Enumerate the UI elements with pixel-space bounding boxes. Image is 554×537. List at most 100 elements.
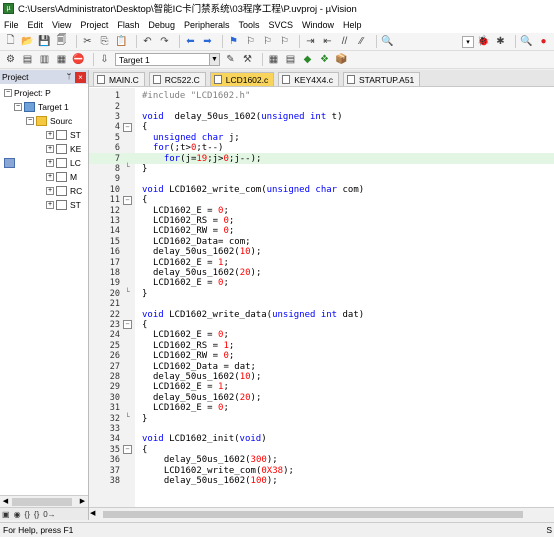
find-dropdown[interactable]: ▾: [462, 35, 474, 48]
zoom-icon[interactable]: 🔍: [520, 35, 533, 48]
code-line[interactable]: 33: [89, 424, 554, 434]
fold-collapse-icon[interactable]: −: [123, 320, 132, 330]
code-line[interactable]: 24 LCD1602_E = 0;: [89, 330, 554, 340]
manage-project-icon[interactable]: ⚒: [241, 53, 254, 66]
expand-icon[interactable]: +: [46, 173, 54, 181]
code-line[interactable]: 31 LCD1602_E = 0;: [89, 403, 554, 413]
code-line[interactable]: 17 LCD1602_E = 1;: [89, 257, 554, 268]
code-line[interactable]: 20 └}: [89, 289, 554, 299]
code-line[interactable]: 32 └}: [89, 413, 554, 424]
redo-icon[interactable]: ↷: [158, 35, 171, 48]
fold-collapse-icon[interactable]: −: [123, 122, 132, 132]
code-line[interactable]: 28 delay_50us_1602(10);: [89, 372, 554, 382]
open-folder-icon[interactable]: 📂: [21, 35, 34, 48]
expand-icon[interactable]: +: [46, 187, 54, 195]
tab-file[interactable]: STARTUP.A51: [343, 72, 421, 86]
code-line[interactable]: 10 void LCD1602_write_com(unsigned char c…: [89, 185, 554, 195]
scroll-thumb[interactable]: [103, 511, 523, 518]
tab-file[interactable]: KEY4X4.c: [278, 72, 339, 86]
code-line[interactable]: 2: [89, 101, 554, 112]
tree-item-file[interactable]: + ST: [46, 200, 81, 210]
code-line[interactable]: 23−{: [89, 320, 554, 330]
tab-project-icon[interactable]: ▣: [2, 510, 10, 519]
menu-item-svcs[interactable]: SVCS: [269, 20, 294, 30]
code-line[interactable]: 13 LCD1602_RS = 0;: [89, 216, 554, 226]
manage-run-time-icon[interactable]: 📦: [335, 53, 348, 66]
tab-templates[interactable]: {}: [34, 510, 39, 519]
editor-hscrollbar[interactable]: ◀: [89, 507, 554, 520]
code-line[interactable]: 38 delay_50us_1602(100);: [89, 476, 554, 486]
menu-item-edit[interactable]: Edit: [28, 20, 44, 30]
collapse-icon[interactable]: −: [4, 89, 12, 97]
new-file-icon[interactable]: 🗋: [4, 35, 17, 48]
comment-icon[interactable]: //: [338, 35, 351, 48]
find-in-files-icon[interactable]: 🔍: [381, 35, 394, 48]
fold-collapse-icon[interactable]: −: [123, 445, 132, 455]
tree-item-source-group[interactable]: − Sourc: [26, 116, 72, 126]
pin-icon[interactable]: ᛘ: [63, 72, 75, 83]
tab-regs[interactable]: 0→: [43, 510, 55, 519]
bookmark-icon[interactable]: ⚑: [227, 35, 240, 48]
tree-item-file[interactable]: + ST: [46, 130, 81, 140]
unindent-icon[interactable]: ⇤: [321, 35, 334, 48]
tab-books-icon[interactable]: ◉: [14, 510, 21, 519]
code-line[interactable]: 25 LCD1602_RS = 1;: [89, 341, 554, 351]
expand-icon[interactable]: +: [46, 159, 54, 167]
target-options-icon[interactable]: ✎: [224, 53, 237, 66]
code-line[interactable]: 12 LCD1602_E = 0;: [89, 205, 554, 216]
menu-item-peripherals[interactable]: Peripherals: [184, 20, 230, 30]
nav-back-icon[interactable]: ⬅: [184, 35, 197, 48]
menu-item-project[interactable]: Project: [80, 20, 108, 30]
code-line[interactable]: 3 void delay_50us_1602(unsigned int t): [89, 112, 554, 122]
debug-session-icon[interactable]: 🐞: [477, 35, 490, 48]
code-line[interactable]: 6 for(;t>0;t--): [89, 143, 554, 153]
tree-item-target[interactable]: − Target 1: [14, 102, 69, 112]
code-line[interactable]: 22 void LCD1602_write_data(unsigned int d…: [89, 309, 554, 320]
code-line[interactable]: 8 └}: [89, 164, 554, 174]
menu-item-window[interactable]: Window: [302, 20, 334, 30]
save-icon[interactable]: 💾: [38, 35, 51, 48]
nav-forward-icon[interactable]: ➡: [201, 35, 214, 48]
multi-project-icon[interactable]: ▤: [284, 53, 297, 66]
indent-icon[interactable]: ⇥: [304, 35, 317, 48]
fold-collapse-icon[interactable]: −: [123, 195, 132, 205]
tab-functions[interactable]: {}: [25, 510, 30, 519]
code-line[interactable]: 4−{: [89, 122, 554, 132]
code-line[interactable]: 15 LCD1602_Data= com;: [89, 237, 554, 247]
code-line[interactable]: 16 delay_50us_1602(10);: [89, 247, 554, 257]
code-view[interactable]: 1 #include "LCD1602.h" 2 3 void delay_50us_1…: [89, 88, 554, 507]
code-line[interactable]: 30 delay_50us_1602(20);: [89, 393, 554, 403]
code-line[interactable]: 18 delay_50us_1602(20);: [89, 268, 554, 278]
collapse-icon[interactable]: −: [14, 103, 22, 111]
code-line[interactable]: 26 LCD1602_RW = 0;: [89, 351, 554, 361]
undo-icon[interactable]: ↶: [141, 35, 154, 48]
project-hscrollbar[interactable]: ◀ ▶: [0, 495, 88, 507]
paste-icon[interactable]: 📋: [115, 35, 128, 48]
menu-item-view[interactable]: View: [52, 20, 71, 30]
code-line[interactable]: 34 void LCD1602_init(void): [89, 434, 554, 444]
tree-item-file[interactable]: + KE: [46, 144, 81, 154]
uncomment-icon[interactable]: ⁄⁄: [355, 35, 368, 48]
file-extensions-icon[interactable]: ▦: [267, 53, 280, 66]
tree-item-file[interactable]: + LC: [46, 158, 81, 168]
config-wizard-icon[interactable]: ✱: [494, 35, 507, 48]
menu-item-help[interactable]: Help: [343, 20, 362, 30]
collapse-icon[interactable]: −: [26, 117, 34, 125]
translate-icon[interactable]: ⚙: [4, 53, 17, 66]
next-bookmark-icon[interactable]: ⚐: [261, 35, 274, 48]
expand-icon[interactable]: +: [46, 201, 54, 209]
scroll-left-icon[interactable]: ◀: [90, 509, 95, 517]
menu-item-file[interactable]: File: [4, 20, 19, 30]
breakpoint-icon[interactable]: ●: [537, 35, 550, 48]
tab-file[interactable]: MAIN.C: [93, 72, 145, 86]
pack-installer-icon[interactable]: ❖: [318, 53, 331, 66]
code-line[interactable]: 11−{: [89, 195, 554, 205]
code-line[interactable]: 29 LCD1602_E = 1;: [89, 382, 554, 392]
close-icon[interactable]: ×: [75, 71, 86, 83]
tree-item-project[interactable]: − Project: P: [4, 88, 51, 168]
target-select[interactable]: Target 1 ▼: [115, 53, 220, 66]
rebuild-icon[interactable]: ▥: [38, 53, 51, 66]
code-line[interactable]: 9: [89, 174, 554, 184]
tree-item-file[interactable]: + RC: [46, 186, 82, 196]
code-line[interactable]: 7 for(j=19;j>0;j--);: [89, 153, 554, 164]
